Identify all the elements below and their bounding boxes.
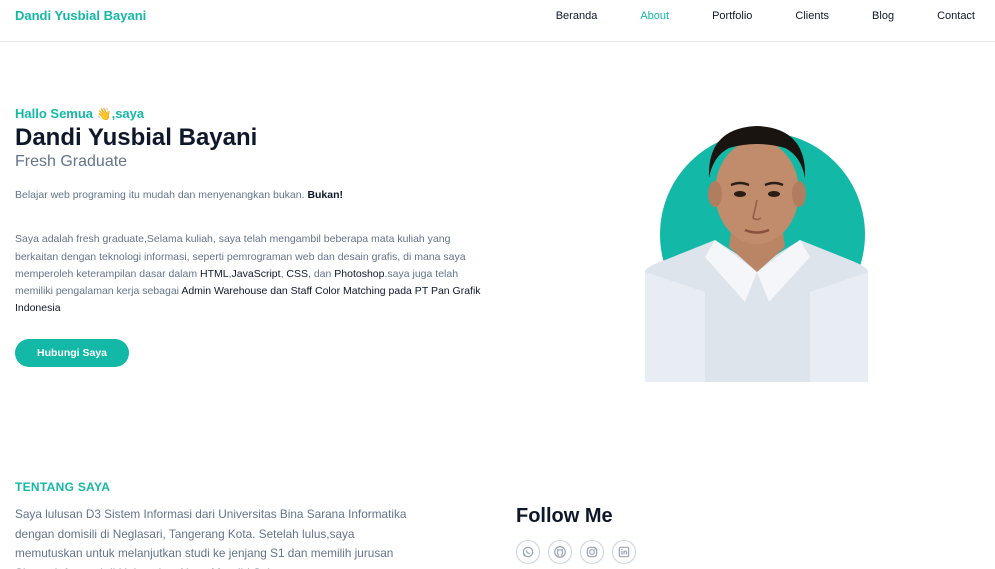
hero-greeting: Hallo Semua 👋,saya <box>15 106 495 121</box>
desc-highlight-javascript: JavaScript <box>231 267 281 280</box>
hero-section: Hallo Semua 👋,saya Dandi Yusbial Bayani … <box>15 100 495 368</box>
nav-link-blog[interactable]: Blog <box>872 10 894 22</box>
contact-me-button[interactable]: Hubungi Saya <box>15 339 130 368</box>
desc-highlight-photoshop: Photoshop <box>334 267 385 280</box>
follow-title: Follow Me <box>516 505 613 527</box>
social-links <box>516 540 636 564</box>
desc-highlight-css: CSS <box>286 267 308 280</box>
navbar: Dandi Yusbial Bayani Beranda About Portf… <box>0 0 995 42</box>
tagline-text: Belajar web programing itu mudah dan men… <box>15 189 308 202</box>
profile-photo <box>645 122 870 384</box>
desc-part: , dan <box>308 267 335 280</box>
nav-link-portfolio[interactable]: Portfolio <box>712 10 752 22</box>
main-nav: Beranda About Portfolio Clients Blog Con… <box>513 10 975 22</box>
nav-link-about[interactable]: About <box>640 10 669 22</box>
greeting-suffix: ,saya <box>111 106 145 121</box>
waving-hand-icon: 👋 <box>96 107 112 121</box>
about-section: TENTANG SAYA Saya lulusan D3 Sistem Info… <box>15 480 415 569</box>
github-icon[interactable] <box>548 540 572 564</box>
instagram-icon[interactable] <box>580 540 604 564</box>
brand-logo[interactable]: Dandi Yusbial Bayani <box>15 8 146 23</box>
greeting-text: Hallo Semua <box>15 106 97 121</box>
nav-link-contact[interactable]: Contact <box>937 10 975 22</box>
hero-name: Dandi Yusbial Bayani <box>15 124 258 151</box>
hero-role: Fresh Graduate <box>15 153 128 171</box>
desc-highlight-html: HTML <box>200 267 229 280</box>
nav-link-beranda[interactable]: Beranda <box>556 10 598 22</box>
nav-link-clients[interactable]: Clients <box>795 10 829 22</box>
portrait-image <box>645 126 868 382</box>
about-title: TENTANG SAYA <box>15 480 111 494</box>
hero-tagline: Belajar web programing itu mudah dan men… <box>15 189 495 201</box>
linkedin-icon[interactable] <box>612 540 636 564</box>
hero-description: Saya adalah fresh graduate,Selama kuliah… <box>15 231 495 317</box>
whatsapp-icon[interactable] <box>516 540 540 564</box>
follow-section: Follow Me <box>516 505 636 564</box>
tagline-bold: Bukan! <box>307 189 344 202</box>
about-text: Saya lulusan D3 Sistem Informasi dari Un… <box>15 507 407 569</box>
